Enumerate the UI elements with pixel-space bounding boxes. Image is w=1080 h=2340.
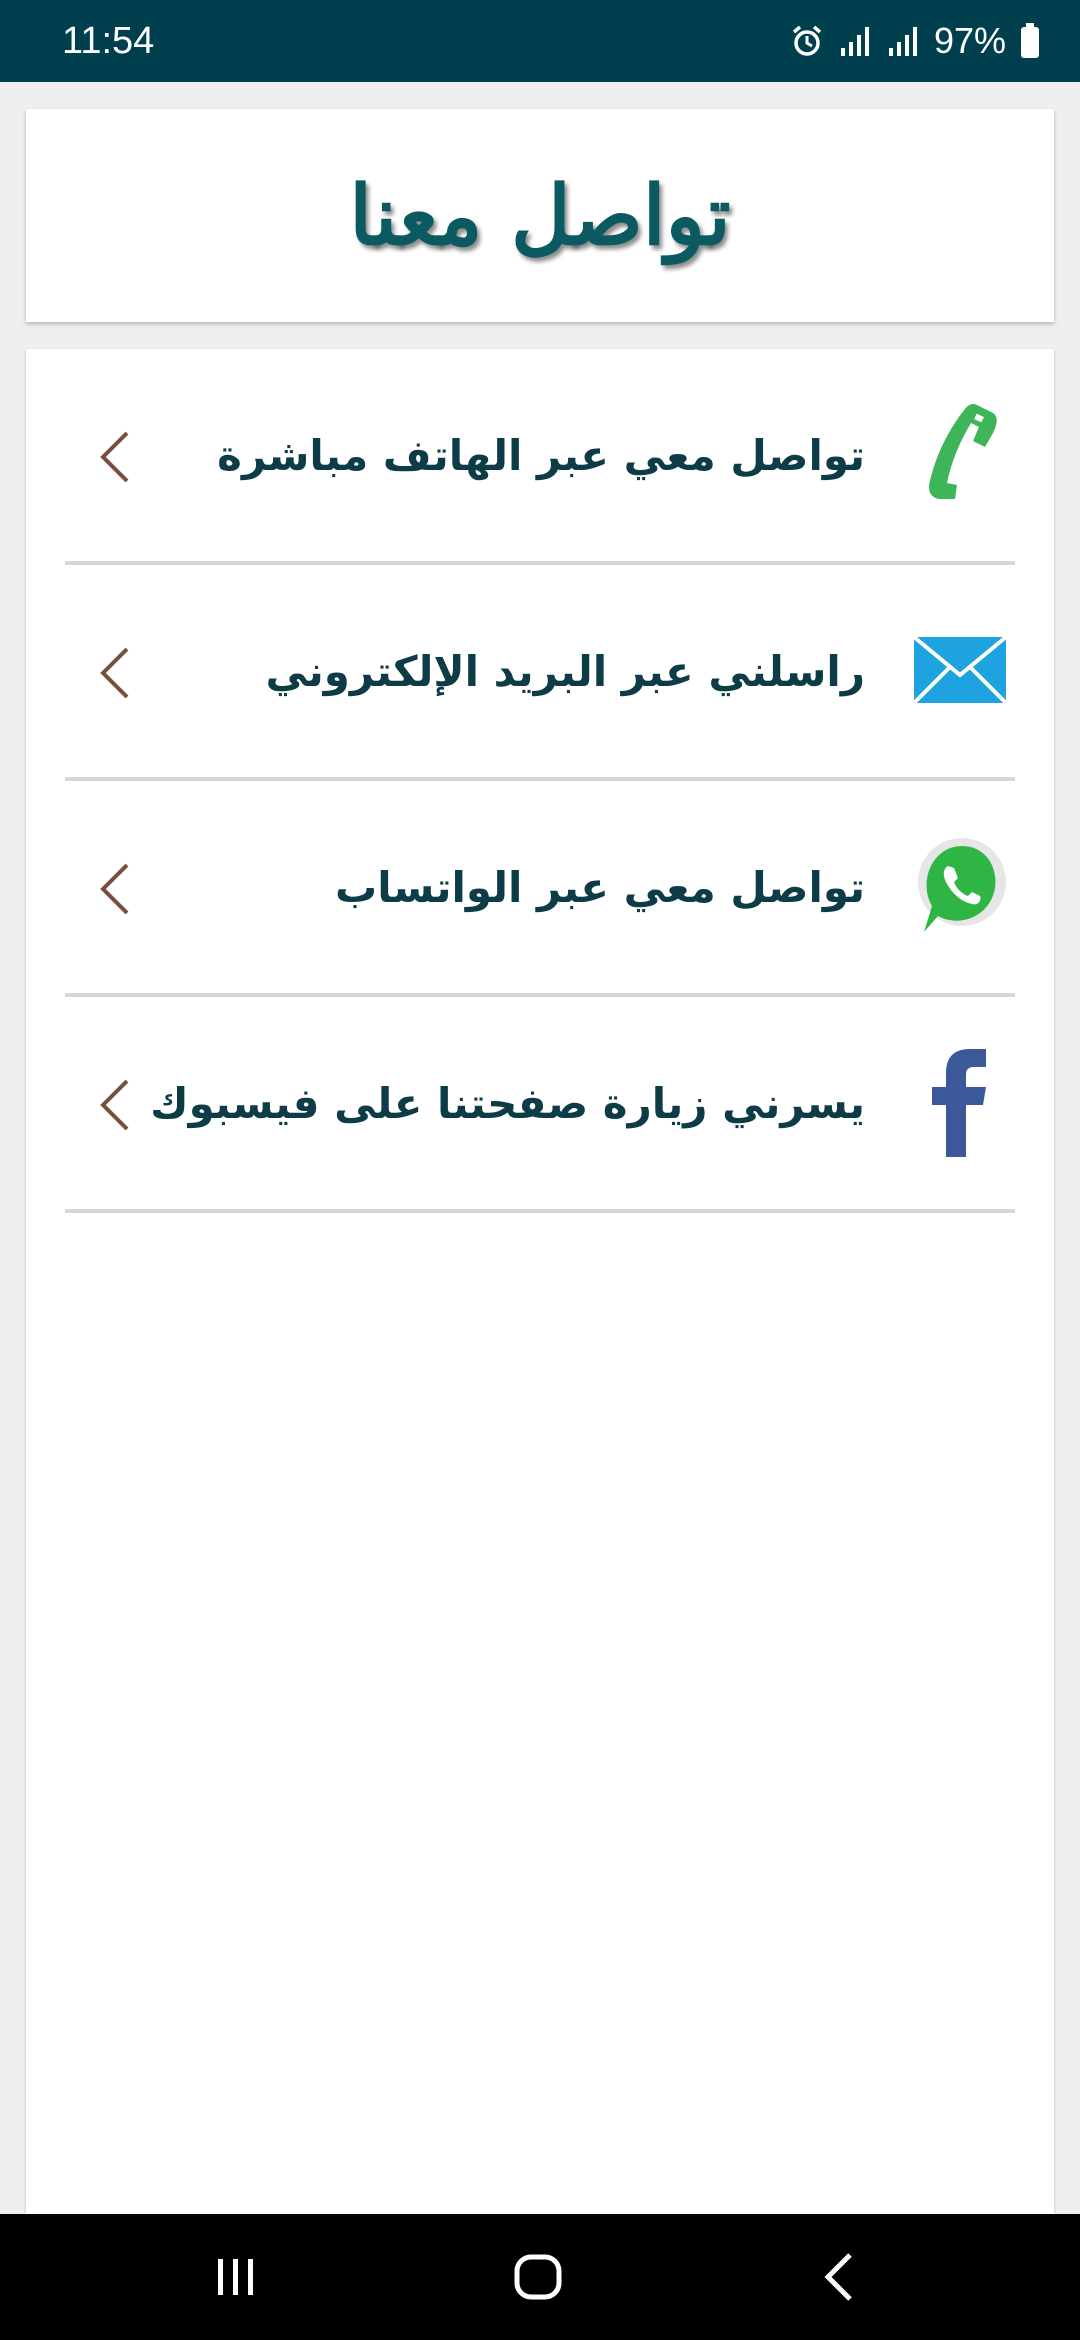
contact-list: تواصل معي عبر الهاتف مباشرة راسلني عبر ا… xyxy=(26,349,1054,2214)
navigation-bar xyxy=(0,2214,1080,2340)
chevron-left-icon xyxy=(100,863,129,915)
status-icons: 97% xyxy=(790,20,1040,62)
signal-icon xyxy=(886,24,920,58)
contact-label: يسرني زيارة صفحتنا على فيسبوك xyxy=(150,1078,865,1128)
status-bar: 11:54 97% xyxy=(0,0,1080,82)
contact-item-email[interactable]: راسلني عبر البريد الإلكتروني xyxy=(65,565,1015,781)
mail-icon xyxy=(905,615,1015,725)
page-title: تواصل معنا xyxy=(349,167,731,264)
contact-item-facebook[interactable]: يسرني زيارة صفحتنا على فيسبوك xyxy=(65,997,1015,1213)
recents-icon[interactable] xyxy=(206,2247,266,2307)
battery-level: 97% xyxy=(933,20,1006,61)
signal-icon xyxy=(838,24,872,58)
contact-item-whatsapp[interactable]: تواصل معي عبر الواتساب xyxy=(65,781,1015,997)
contact-label: تواصل معي عبر الواتساب xyxy=(335,862,865,912)
back-icon[interactable] xyxy=(810,2247,870,2307)
contact-item-phone[interactable]: تواصل معي عبر الهاتف مباشرة xyxy=(65,349,1015,565)
phone-icon xyxy=(905,399,1015,509)
status-time: 11:54 xyxy=(62,19,155,62)
alarm-icon xyxy=(790,24,824,58)
chevron-left-icon xyxy=(100,647,129,699)
chevron-left-icon xyxy=(100,431,129,483)
contact-label: راسلني عبر البريد الإلكتروني xyxy=(265,646,865,696)
home-icon[interactable] xyxy=(508,2247,568,2307)
whatsapp-icon xyxy=(905,831,1015,941)
title-card: تواصل معنا xyxy=(26,109,1054,322)
facebook-icon xyxy=(905,1047,1015,1157)
battery-icon xyxy=(1020,23,1040,59)
chevron-left-icon xyxy=(100,1079,129,1131)
contact-label: تواصل معي عبر الهاتف مباشرة xyxy=(217,430,865,480)
